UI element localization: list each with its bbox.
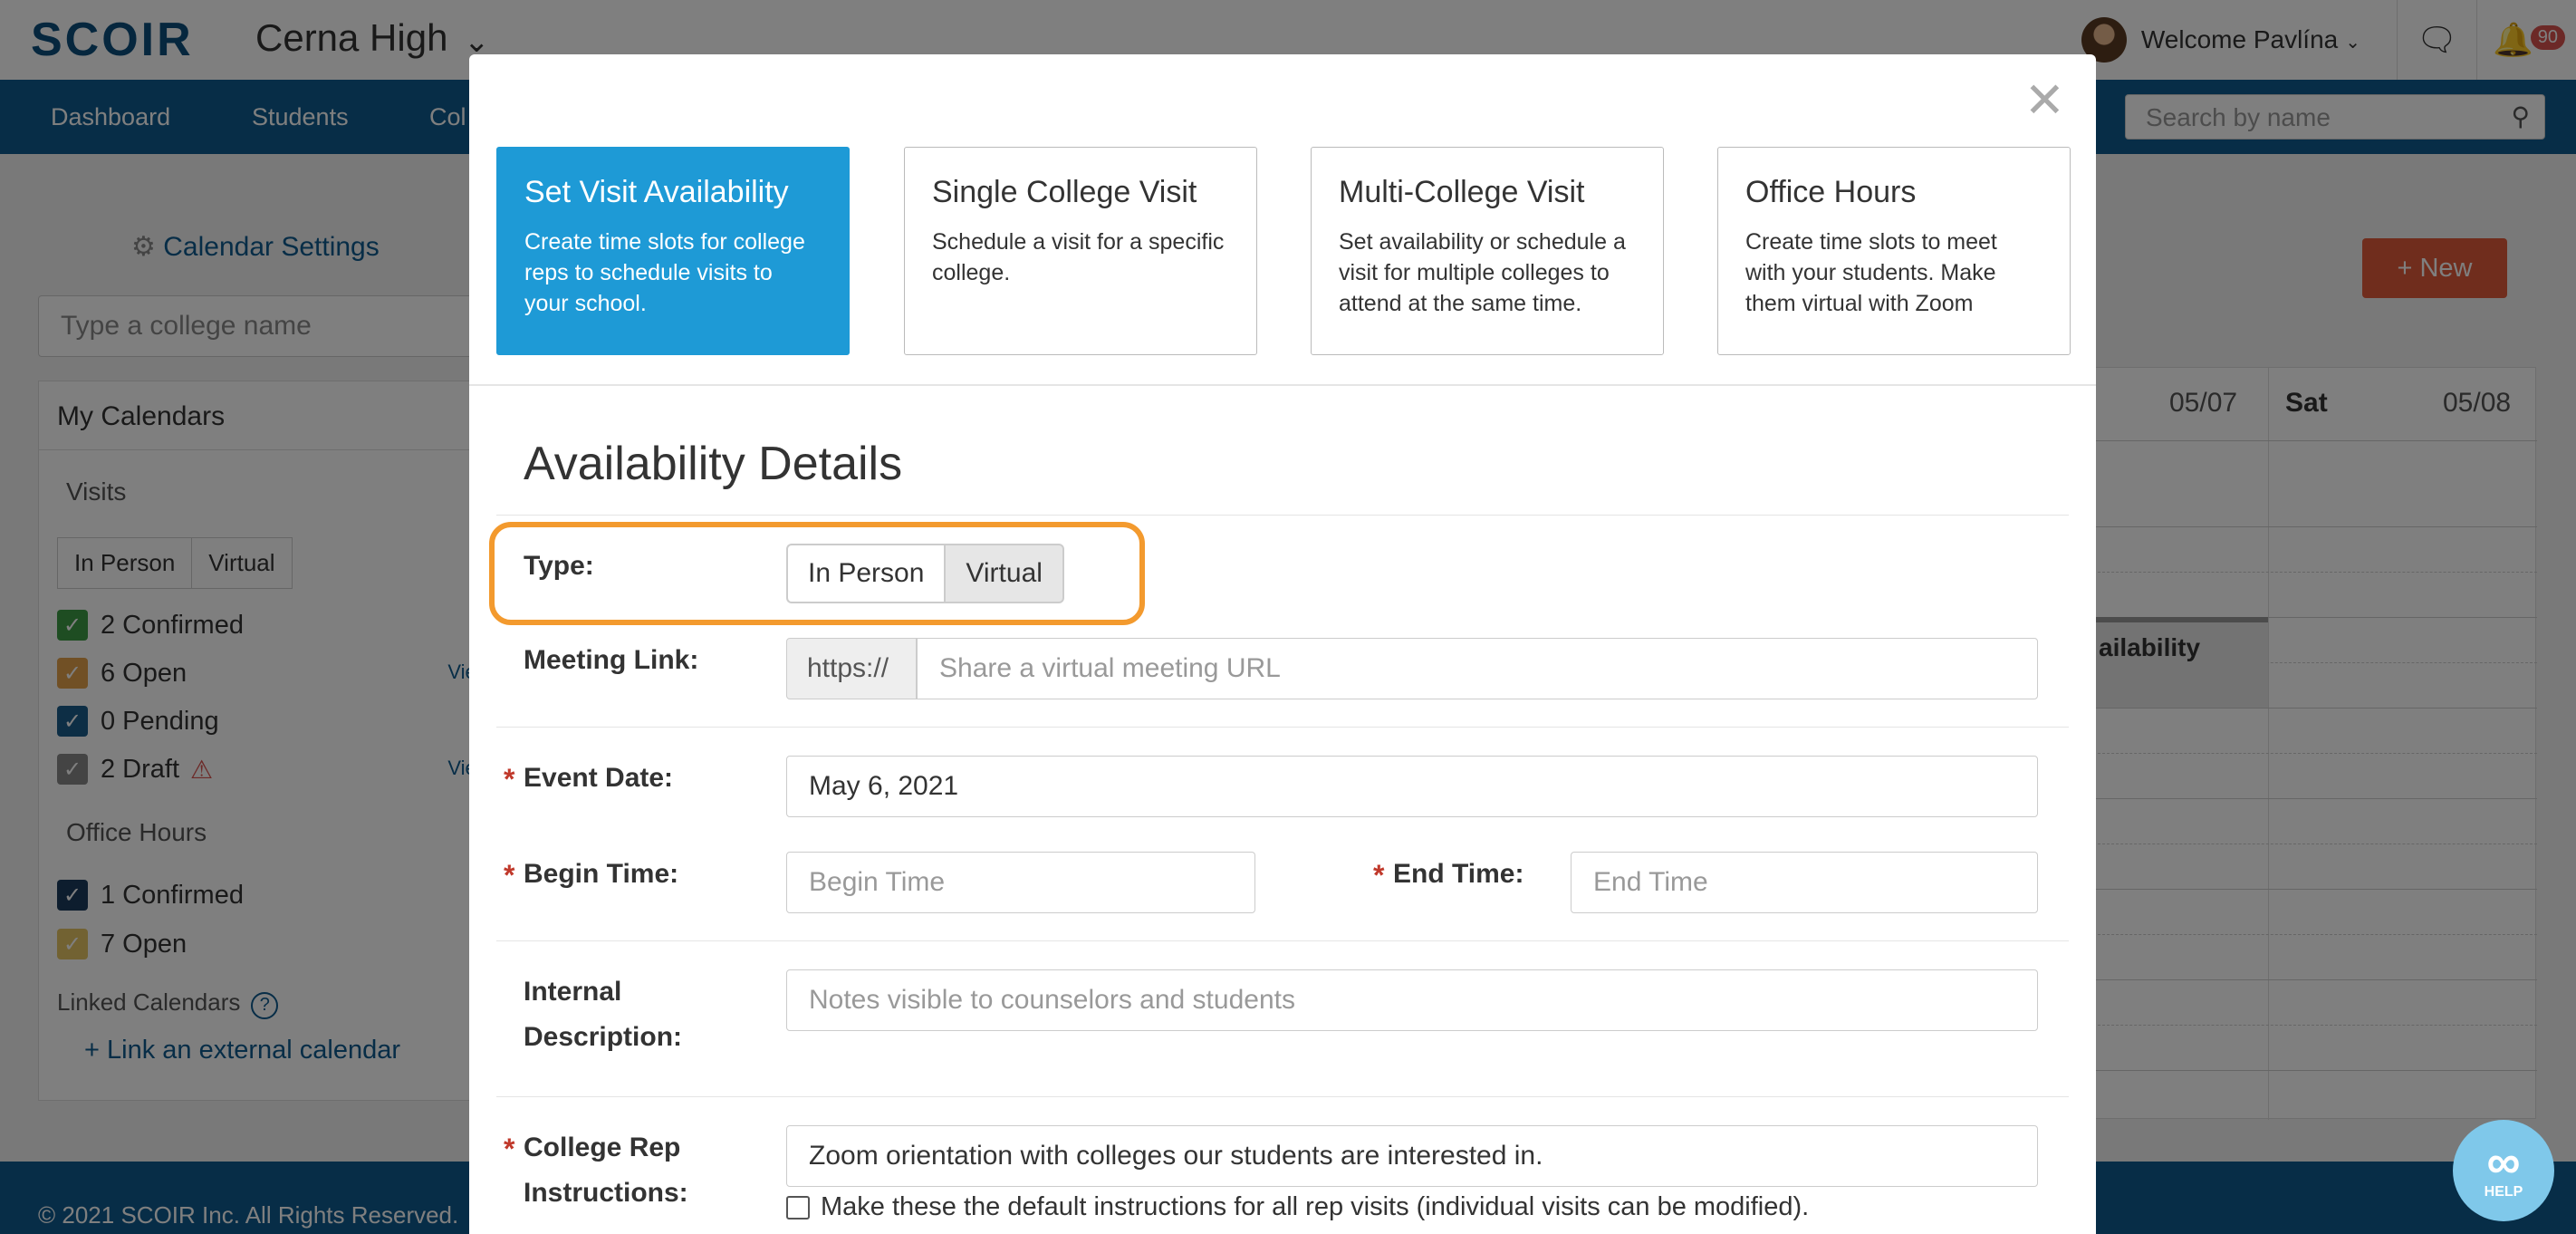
rep-instructions-input[interactable]: Zoom orientation with colleges our stude… — [786, 1125, 2038, 1187]
card-multi-college-visit[interactable]: Multi-College Visit Set availability or … — [1311, 147, 1664, 355]
card-description: Set availability or schedule a visit for… — [1339, 229, 1626, 316]
required-indicator: * — [1373, 859, 1385, 892]
required-indicator: * — [504, 1133, 515, 1165]
help-button[interactable]: ∞ HELP — [2453, 1120, 2554, 1221]
card-title: Office Hours — [1745, 175, 1917, 209]
event-date-label: Event Date: — [524, 763, 674, 793]
divider — [496, 727, 2069, 728]
section-title: Availability Details — [524, 438, 903, 490]
new-event-modal: ✕ Set Visit Availability Create time slo… — [469, 54, 2096, 1234]
divider — [496, 1096, 2069, 1097]
event-date-value: May 6, 2021 — [809, 771, 959, 801]
begin-time-input[interactable]: Begin Time — [786, 852, 1255, 913]
divider — [469, 384, 2096, 386]
card-set-visit-availability[interactable]: Set Visit Availability Create time slots… — [496, 147, 850, 355]
internal-description-placeholder: Notes visible to counselors and students — [809, 985, 1295, 1015]
type-label: Type: — [524, 551, 594, 581]
card-description: Schedule a visit for a specific college. — [932, 229, 1225, 285]
card-title: Multi-College Visit — [1339, 175, 1585, 209]
rep-instructions-value: Zoom orientation with colleges our stude… — [809, 1141, 1543, 1171]
card-description: Create time slots to meet with your stud… — [1745, 229, 1997, 316]
begin-time-placeholder: Begin Time — [809, 867, 946, 897]
card-title: Single College Visit — [932, 175, 1197, 209]
type-virtual-option[interactable]: Virtual — [944, 544, 1064, 603]
default-instructions-checkbox[interactable] — [786, 1195, 810, 1220]
type-in-person-option[interactable]: In Person — [786, 544, 945, 603]
help-label: HELP — [2484, 1184, 2523, 1200]
card-office-hours[interactable]: Office Hours Create time slots to meet w… — [1717, 147, 2071, 355]
default-instructions-checkbox-row[interactable]: Make these the default instructions for … — [786, 1192, 1809, 1222]
divider — [496, 515, 2069, 516]
divider — [496, 940, 2069, 941]
end-time-placeholder: End Time — [1593, 867, 1708, 897]
required-indicator: * — [504, 763, 515, 795]
rep-instructions-label-line1: College Rep — [524, 1133, 681, 1162]
meeting-link-label: Meeting Link: — [524, 645, 699, 675]
url-prefix: https:// — [786, 638, 917, 699]
meeting-url-placeholder: Share a virtual meeting URL — [939, 653, 1281, 683]
meeting-url-input[interactable]: Share a virtual meeting URL — [917, 638, 2038, 699]
required-indicator: * — [504, 859, 515, 892]
rep-instructions-label-line2: Instructions: — [524, 1178, 688, 1208]
begin-time-label: Begin Time: — [524, 859, 679, 889]
internal-description-input[interactable]: Notes visible to counselors and students — [786, 969, 2038, 1031]
default-instructions-label: Make these the default instructions for … — [821, 1192, 1810, 1221]
internal-description-label-line2: Description: — [524, 1022, 683, 1052]
close-icon[interactable]: ✕ — [2024, 76, 2065, 125]
card-title: Set Visit Availability — [524, 175, 789, 209]
end-time-label: End Time: — [1393, 859, 1524, 889]
card-description: Create time slots for college reps to sc… — [524, 229, 805, 316]
event-date-input[interactable]: May 6, 2021 — [786, 756, 2038, 817]
end-time-input[interactable]: End Time — [1571, 852, 2038, 913]
infinity-icon: ∞ — [2486, 1136, 2521, 1189]
type-toggle: In Person Virtual — [786, 544, 1064, 603]
card-single-college-visit[interactable]: Single College Visit Schedule a visit fo… — [904, 147, 1257, 355]
internal-description-label-line1: Internal — [524, 977, 622, 1007]
